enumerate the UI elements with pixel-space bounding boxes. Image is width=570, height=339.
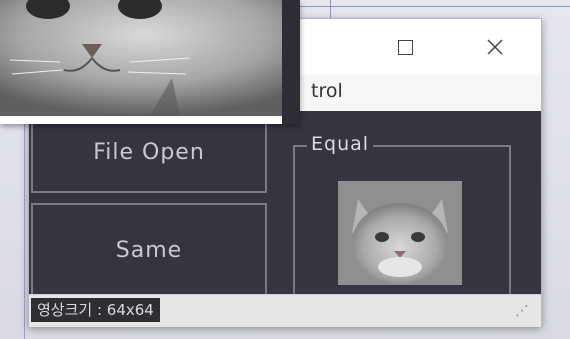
maximize-button[interactable] — [375, 19, 435, 75]
resize-grip-icon[interactable]: ⋰ — [515, 303, 535, 323]
window-edge — [282, 0, 300, 124]
close-icon — [487, 39, 503, 55]
same-button[interactable]: Same — [31, 203, 267, 298]
cat-photo — [0, 0, 300, 116]
image-size-status: 영상크기 : 64x64 — [31, 298, 160, 322]
menu-item-control[interactable]: trol — [311, 80, 343, 102]
maximize-icon — [397, 39, 413, 55]
status-bar: 영상크기 : 64x64 ⋰ — [29, 294, 541, 327]
cat-thumbnail-image — [338, 181, 462, 285]
equal-group-label: Equal — [307, 133, 374, 155]
close-button[interactable] — [465, 19, 525, 75]
equal-image-preview — [338, 181, 462, 285]
content-area: File Open Same Equal — [29, 111, 541, 305]
image-viewer-window[interactable] — [0, 0, 300, 124]
cat-large-image — [0, 0, 300, 116]
